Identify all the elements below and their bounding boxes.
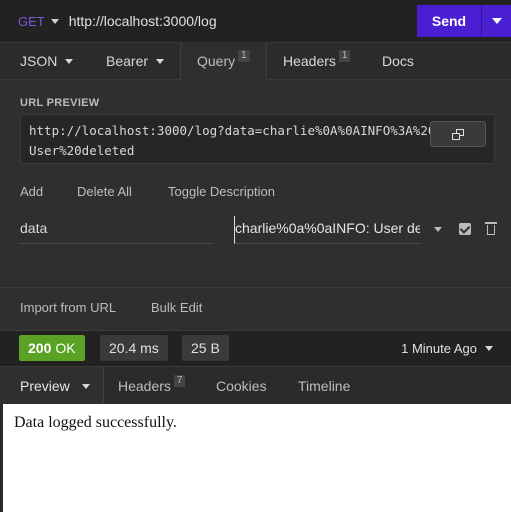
body-type-dropdown[interactable]: JSON — [20, 53, 74, 69]
query-actions: Add Delete All Toggle Description — [0, 184, 511, 204]
bulk-edit-button[interactable]: Bulk Edit — [151, 300, 202, 315]
tab-query-label: Query — [197, 53, 236, 69]
chevron-down-icon — [81, 383, 90, 389]
url-preview-heading: URL PREVIEW — [20, 97, 100, 109]
chevron-down-icon — [491, 18, 502, 24]
tab-headers[interactable]: Headers 1 — [283, 50, 351, 69]
import-from-url-button[interactable]: Import from URL — [20, 300, 116, 315]
chevron-down-icon — [485, 346, 493, 351]
tab-query[interactable]: Query 1 — [180, 42, 267, 80]
url-input[interactable]: http://localhost:3000/log — [69, 13, 217, 29]
query-panel: URL PREVIEW http://localhost:3000/log?da… — [0, 80, 511, 330]
status-badge: 200 OK — [19, 335, 85, 361]
method-selector[interactable]: GET — [18, 14, 59, 29]
response-tabs: Preview Headers 7 Cookies Timeline — [0, 366, 511, 405]
chevron-down-icon[interactable] — [434, 227, 442, 232]
tab-docs-label: Docs — [382, 53, 414, 69]
send-button[interactable]: Send — [417, 5, 481, 37]
param-enabled-checkbox[interactable] — [459, 223, 471, 235]
response-time: 20.4 ms — [100, 335, 168, 361]
url-preview-box: http://localhost:3000/log?data=charlie%0… — [20, 114, 495, 164]
auth-type-label: Bearer — [106, 53, 149, 69]
response-body-text: Data logged successfully. — [14, 414, 177, 431]
count-badge: 7 — [173, 375, 186, 387]
chevron-down-icon — [50, 18, 59, 24]
param-name-input[interactable]: data — [20, 216, 212, 244]
send-options-button[interactable] — [481, 5, 511, 37]
auth-type-dropdown[interactable]: Bearer — [106, 53, 165, 69]
tab-preview-label: Preview — [20, 378, 70, 394]
url-preview-text: http://localhost:3000/log?data=charlie%0… — [29, 123, 436, 158]
toggle-description-button[interactable]: Toggle Description — [168, 184, 275, 199]
tab-response-headers[interactable]: Headers 7 — [118, 375, 186, 394]
count-badge: 1 — [238, 50, 250, 62]
status-text: OK — [55, 340, 76, 356]
send-group: Send — [417, 5, 511, 37]
delete-all-button[interactable]: Delete All — [77, 184, 132, 199]
param-row: data charlie%0a%0aINFO: User deleted — [0, 210, 511, 246]
tab-response-headers-label: Headers — [118, 378, 171, 394]
response-status-bar: 200 OK 20.4 ms 25 B 1 Minute Ago — [0, 330, 511, 366]
response-size: 25 B — [182, 335, 229, 361]
divider — [0, 287, 511, 288]
body-type-label: JSON — [20, 53, 58, 69]
url-bar: GET http://localhost:3000/log Send — [0, 0, 511, 42]
request-tabs: JSON Bearer Query 1 Headers 1 Docs — [0, 42, 511, 80]
trash-icon[interactable] — [485, 221, 497, 235]
tab-preview[interactable]: Preview — [0, 367, 104, 405]
param-value-input[interactable]: charlie%0a%0aINFO: User deleted — [234, 216, 420, 244]
tab-cookies[interactable]: Cookies — [216, 378, 267, 394]
copy-icon — [452, 128, 464, 140]
copy-url-button[interactable] — [430, 121, 486, 147]
history-label: 1 Minute Ago — [401, 341, 477, 356]
chevron-down-icon — [65, 58, 74, 64]
add-param-button[interactable]: Add — [20, 184, 43, 199]
chevron-down-icon — [156, 58, 165, 64]
count-badge: 1 — [338, 50, 351, 62]
tab-timeline[interactable]: Timeline — [298, 378, 350, 394]
tab-docs[interactable]: Docs — [382, 53, 414, 69]
tab-headers-label: Headers — [283, 53, 336, 69]
method-label: GET — [18, 13, 45, 29]
response-preview: Data logged successfully. — [0, 404, 511, 512]
status-code: 200 — [28, 340, 52, 356]
history-dropdown[interactable]: 1 Minute Ago — [401, 341, 493, 356]
